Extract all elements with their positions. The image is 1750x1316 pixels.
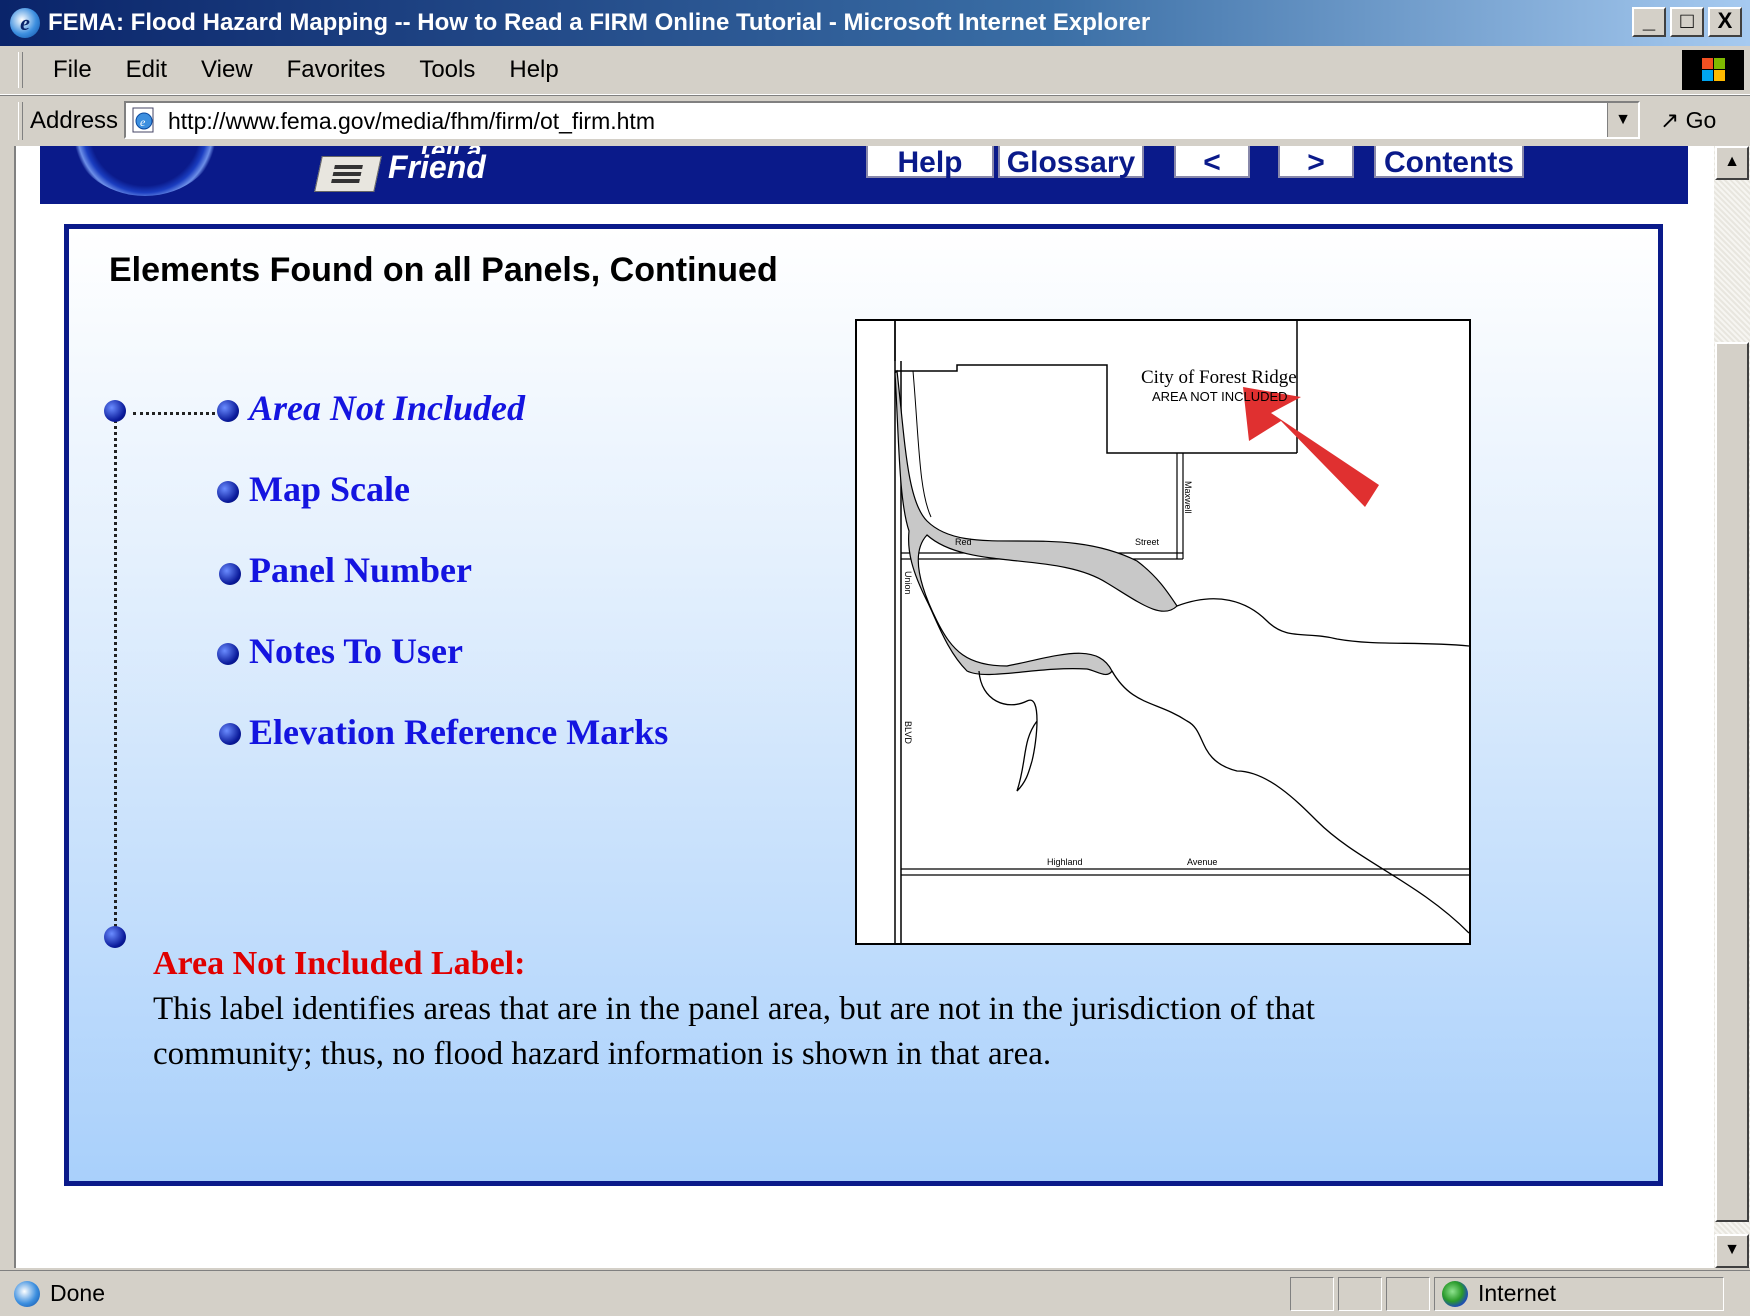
map-area-not-included-label: AREA NOT INCLUDED xyxy=(1152,389,1288,404)
internet-zone-icon xyxy=(1442,1280,1468,1307)
topic-map-scale[interactable]: Map Scale xyxy=(249,468,410,510)
page-icon: e xyxy=(130,106,158,134)
windows-logo-icon xyxy=(1682,50,1744,90)
topic-elevation-reference-marks[interactable]: Elevation Reference Marks xyxy=(249,711,668,753)
title-bar: e FEMA: Flood Hazard Mapping -- How to R… xyxy=(0,0,1750,46)
window-title: FEMA: Flood Hazard Mapping -- How to Rea… xyxy=(48,9,1151,36)
go-button[interactable]: ↗ Go xyxy=(1660,107,1716,134)
topic-area-not-included[interactable]: Area Not Included xyxy=(249,387,525,429)
street-label-maxwell: Maxwell xyxy=(1183,481,1193,514)
map-city-label: City of Forest Ridge xyxy=(1141,367,1297,388)
description-label: Area Not Included Label: xyxy=(153,945,526,982)
ie-icon: e xyxy=(10,8,40,38)
status-bar: Done Internet xyxy=(0,1270,1750,1316)
connector-line xyxy=(133,412,215,415)
help-button[interactable]: Help xyxy=(866,146,994,179)
description-text: This label identifies areas that are in … xyxy=(153,991,1315,1072)
svg-text:e: e xyxy=(140,115,146,129)
maximize-button[interactable]: □ xyxy=(1670,7,1704,37)
menu-help[interactable]: Help xyxy=(492,56,575,84)
tell-a-friend-icon[interactable] xyxy=(314,156,382,192)
bullet-icon xyxy=(217,481,239,503)
status-text: Done xyxy=(50,1280,105,1306)
page-content[interactable]: Tell a Friend Help Glossary < > Contents… xyxy=(14,146,1714,1268)
contents-button[interactable]: Contents xyxy=(1374,146,1524,179)
bullet-icon xyxy=(219,563,241,585)
scroll-thumb[interactable] xyxy=(1715,342,1749,1222)
bullet-icon xyxy=(217,643,239,665)
page-done-icon xyxy=(14,1280,40,1307)
street-label-red: Red xyxy=(955,537,972,547)
bullet-icon xyxy=(219,723,241,745)
address-label: Address xyxy=(30,107,119,134)
bullet-icon xyxy=(217,400,239,422)
menu-edit[interactable]: Edit xyxy=(109,56,184,84)
go-arrow-icon: ↗ xyxy=(1660,107,1680,133)
bullet-icon xyxy=(104,400,126,422)
address-dropdown-button[interactable]: ▼ xyxy=(1607,103,1638,137)
menu-bar: File Edit View Favorites Tools Help xyxy=(0,46,1750,95)
vertical-scrollbar[interactable]: ▲ ▼ xyxy=(1714,146,1750,1268)
topic-notes-to-user[interactable]: Notes To User xyxy=(249,630,463,672)
fema-seal-logo xyxy=(70,146,220,196)
menu-view[interactable]: View xyxy=(184,56,270,84)
street-label-highland: Highland xyxy=(1047,857,1083,867)
next-button[interactable]: > xyxy=(1278,146,1354,179)
street-label-street: Street xyxy=(1135,537,1160,547)
close-button[interactable]: X xyxy=(1708,7,1742,37)
tutorial-panel: Elements Found on all Panels, Continued … xyxy=(64,224,1663,1186)
zone-text: Internet xyxy=(1478,1280,1556,1306)
status-pane xyxy=(1290,1277,1334,1311)
street-label-blvd: BLVD xyxy=(903,721,913,744)
header-band: Tell a Friend Help Glossary < > Contents xyxy=(40,146,1688,204)
address-input[interactable]: e http://www.fema.gov/media/fhm/firm/ot_… xyxy=(124,101,1640,139)
firm-map-image: City of Forest Ridge AREA NOT INCLUDED R… xyxy=(855,319,1471,945)
street-label-avenue: Avenue xyxy=(1187,857,1218,867)
glossary-button[interactable]: Glossary xyxy=(998,146,1144,179)
panel-title: Elements Found on all Panels, Continued xyxy=(109,251,778,289)
street-label-union: Union xyxy=(903,571,913,595)
topic-panel-number[interactable]: Panel Number xyxy=(249,549,472,591)
toolbar-grip[interactable] xyxy=(18,52,23,88)
status-pane xyxy=(1386,1277,1430,1311)
go-label: Go xyxy=(1685,107,1717,133)
status-pane xyxy=(1338,1277,1382,1311)
bullet-icon xyxy=(104,926,126,948)
address-url: http://www.fema.gov/media/fhm/firm/ot_fi… xyxy=(168,108,655,134)
menu-file[interactable]: File xyxy=(36,56,109,84)
scroll-up-button[interactable]: ▲ xyxy=(1715,146,1749,180)
tell-a-friend-link[interactable]: Friend xyxy=(388,151,486,183)
scroll-down-button[interactable]: ▼ xyxy=(1715,1234,1749,1268)
menu-favorites[interactable]: Favorites xyxy=(270,56,403,84)
minimize-button[interactable]: _ xyxy=(1632,7,1666,37)
previous-button[interactable]: < xyxy=(1174,146,1250,179)
menu-tools[interactable]: Tools xyxy=(402,56,492,84)
connector-line xyxy=(114,409,117,939)
toolbar-grip[interactable] xyxy=(18,102,23,140)
address-bar: Address e http://www.fema.gov/media/fhm/… xyxy=(0,95,1750,146)
